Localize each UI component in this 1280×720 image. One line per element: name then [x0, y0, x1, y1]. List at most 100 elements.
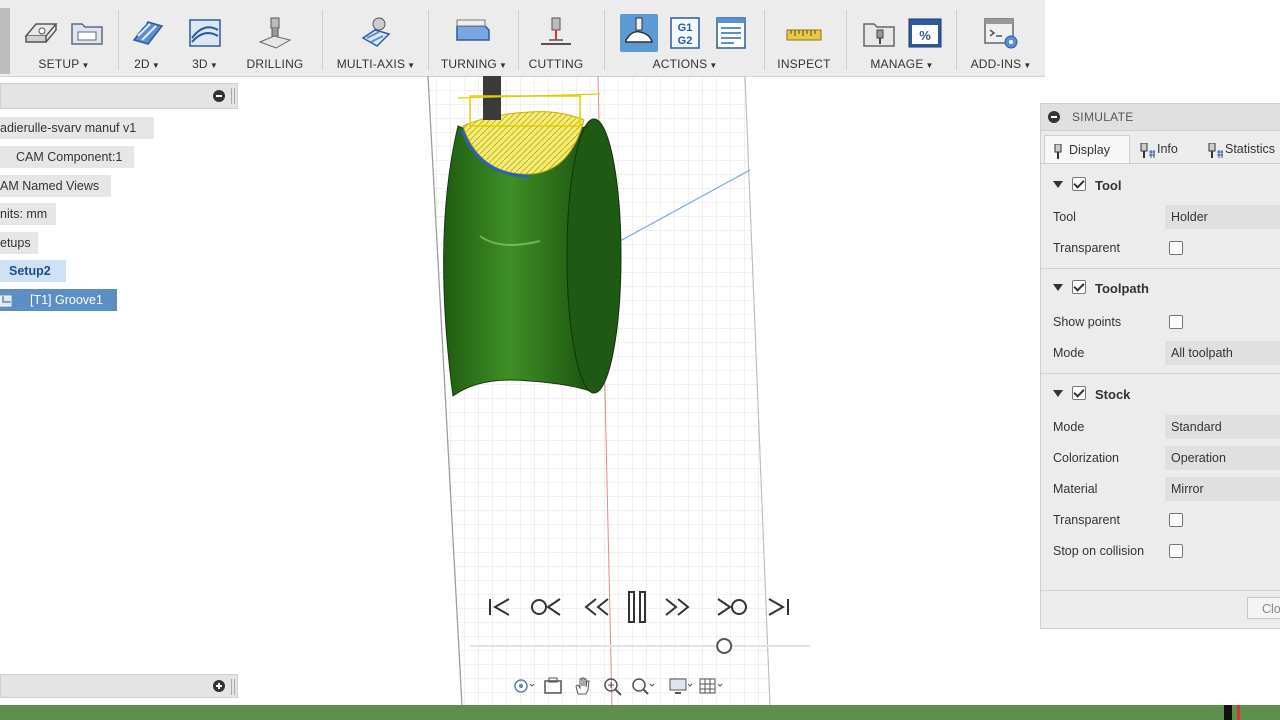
- material-dropdown[interactable]: Mirror: [1165, 477, 1280, 501]
- chevron-down-icon: ▼: [1023, 61, 1032, 70]
- turning-groove-icon: [0, 293, 14, 315]
- stock-transparent-label: Transparent: [1053, 513, 1120, 527]
- timeline-slider-thumb[interactable]: [716, 638, 733, 654]
- toolbar-divider: [518, 10, 519, 70]
- stop-on-collision-checkbox[interactable]: [1169, 544, 1183, 558]
- collapse-icon[interactable]: [1048, 111, 1060, 123]
- collapse-triangle-icon[interactable]: [1053, 181, 1063, 188]
- ribbon-toolbar: SETUP ▼ 2D ▼ 3D ▼ DRILLING MULTI-AXIS ▼ …: [0, 0, 1045, 77]
- step-back-button[interactable]: [582, 590, 612, 624]
- browser-node-named-views[interactable]: AM Named Views: [0, 175, 111, 197]
- simulate-icon[interactable]: [620, 14, 658, 52]
- browser-node-setups[interactable]: etups: [0, 232, 38, 254]
- browser-node-cam-component[interactable]: CAM Component:1: [0, 146, 134, 168]
- close-button[interactable]: Clo: [1247, 597, 1280, 619]
- browser-node-document[interactable]: adierulle-svarv manuf v1: [0, 117, 154, 139]
- 3d-adaptive-icon[interactable]: [186, 14, 224, 52]
- tool-dropdown[interactable]: Holder: [1165, 205, 1280, 229]
- stock-mode-dropdown[interactable]: Standard: [1165, 415, 1280, 439]
- toolpath-section-checkbox[interactable]: [1072, 280, 1086, 294]
- pan-hand-icon[interactable]: [570, 674, 596, 698]
- toolbar-group-drilling[interactable]: DRILLING: [246, 0, 304, 76]
- setup-icon[interactable]: [22, 14, 60, 52]
- chevron-down-icon: ▼: [151, 61, 160, 70]
- toolbar-group-inspect[interactable]: INSPECT: [776, 0, 832, 76]
- measure-icon[interactable]: [785, 14, 823, 52]
- collapse-icon[interactable]: [213, 90, 225, 102]
- toolbar-group-multiaxis[interactable]: MULTI-AXIS ▼: [334, 0, 418, 76]
- multi-axis-label: MULTI-AXIS: [336, 57, 406, 71]
- browser-footer[interactable]: [0, 674, 238, 698]
- toolbar-divider: [428, 10, 429, 70]
- resize-grip[interactable]: [231, 88, 235, 104]
- collapse-triangle-icon[interactable]: [1053, 284, 1063, 291]
- previous-operation-button[interactable]: [528, 590, 564, 624]
- folder-icon[interactable]: [68, 14, 106, 52]
- colorization-dropdown[interactable]: Operation: [1165, 446, 1280, 470]
- nc-program-icon[interactable]: G1 G2: [666, 14, 704, 52]
- look-at-icon[interactable]: [540, 674, 566, 698]
- step-forward-button[interactable]: [662, 590, 692, 624]
- toolpath-mode-dropdown[interactable]: All toolpath: [1165, 341, 1280, 365]
- toolbar-edge: [0, 8, 10, 74]
- tab-statistics[interactable]: Statistics: [1201, 135, 1280, 163]
- display-settings-icon[interactable]: [668, 674, 694, 698]
- g2-text: G2: [678, 35, 693, 47]
- go-to-end-button[interactable]: [764, 590, 792, 624]
- next-operation-button[interactable]: [714, 590, 750, 624]
- toolbar-group-turning[interactable]: TURNING ▼: [440, 0, 508, 76]
- zoom-window-icon[interactable]: [630, 674, 656, 698]
- resize-grip[interactable]: [231, 679, 235, 695]
- toolbar-divider: [764, 10, 765, 70]
- toolbar-group-cutting[interactable]: CUTTING: [528, 0, 584, 76]
- toolbar-group-setup[interactable]: SETUP ▼: [18, 0, 110, 76]
- tool-field-label: Tool: [1053, 210, 1076, 224]
- add-ins-label: ADD-INS: [970, 57, 1022, 71]
- show-points-checkbox[interactable]: [1169, 315, 1183, 329]
- cutting-icon[interactable]: [537, 14, 575, 52]
- stock-model[interactable]: [443, 111, 622, 397]
- browser-node-units[interactable]: nits: mm: [0, 203, 56, 225]
- tab-info[interactable]: Info: [1133, 135, 1199, 163]
- post-library-icon[interactable]: %: [906, 14, 944, 52]
- chevron-down-icon: ▼: [407, 61, 416, 70]
- toolbar-group-addins[interactable]: ADD-INS ▼: [966, 0, 1036, 76]
- multi-axis-icon[interactable]: [357, 14, 395, 52]
- collapse-triangle-icon[interactable]: [1053, 390, 1063, 397]
- toolbar-group-actions[interactable]: G1 G2 ACTIONS ▼: [612, 0, 758, 76]
- groove1-label: [T1] Groove1: [30, 293, 103, 307]
- units-label: nits: mm: [0, 207, 48, 221]
- 2d-pocket-icon[interactable]: [128, 14, 166, 52]
- simulate-title-bar[interactable]: SIMULATE: [1041, 104, 1280, 131]
- tab-display[interactable]: Display: [1044, 135, 1130, 163]
- grid-settings-icon[interactable]: [698, 674, 724, 698]
- zoom-icon[interactable]: [600, 674, 626, 698]
- toolbar-group-3d[interactable]: 3D ▼: [184, 0, 226, 76]
- orbit-icon[interactable]: [510, 674, 536, 698]
- go-to-start-button[interactable]: [486, 590, 514, 624]
- tab-statistics-label: Statistics: [1225, 142, 1276, 156]
- toolbar-group-manage[interactable]: % MANAGE ▼: [856, 0, 948, 76]
- tool-library-icon[interactable]: [860, 14, 898, 52]
- browser-node-groove1[interactable]: [T1] Groove1: [0, 289, 117, 311]
- expand-icon[interactable]: [213, 680, 225, 692]
- toolbar-group-2d[interactable]: 2D ▼: [126, 0, 168, 76]
- browser-node-setup2[interactable]: Setup2: [0, 260, 66, 282]
- tool-section-checkbox[interactable]: [1072, 177, 1086, 191]
- turning-icon[interactable]: [455, 14, 493, 52]
- stock-section-checkbox[interactable]: [1072, 386, 1086, 400]
- tool-section-title: Tool: [1095, 178, 1122, 193]
- setups-label: etups: [0, 236, 31, 250]
- inspect-label: INSPECT: [777, 57, 831, 71]
- stock-transparent-checkbox[interactable]: [1169, 513, 1183, 527]
- browser-header[interactable]: [0, 83, 238, 109]
- simulate-panel: SIMULATE Display Info Statistics Tool To…: [1040, 103, 1280, 629]
- drill-icon[interactable]: [256, 14, 294, 52]
- tool-transparent-checkbox[interactable]: [1169, 241, 1183, 255]
- stock-mode-label: Mode: [1053, 420, 1085, 434]
- status-bar: [0, 705, 1280, 720]
- scripts-addins-icon[interactable]: [982, 14, 1020, 52]
- setup-sheet-icon[interactable]: [712, 14, 750, 52]
- status-marker: [1237, 705, 1240, 720]
- pause-button[interactable]: [624, 590, 650, 624]
